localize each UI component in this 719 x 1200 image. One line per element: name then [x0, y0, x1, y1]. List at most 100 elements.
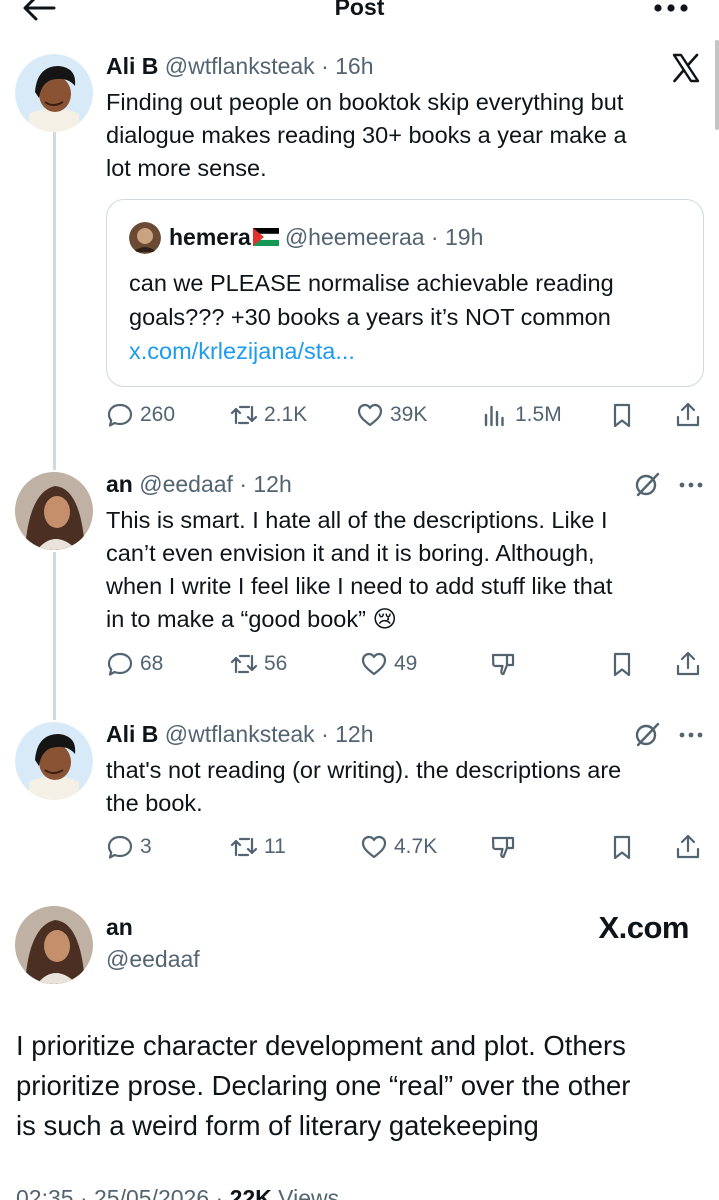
views-button[interactable]: 1.5M — [481, 398, 562, 432]
heart-icon — [361, 652, 387, 676]
author-handle[interactable]: @eedaaf — [139, 471, 233, 497]
scrollbar-thumb[interactable] — [715, 40, 719, 130]
tweet-text: that's not reading (or writing). the des… — [106, 757, 622, 816]
reply-count: 260 — [140, 403, 176, 426]
author-name[interactable]: an — [106, 914, 133, 941]
tweet-text: This is smart. I hate all of the descrip… — [106, 507, 613, 632]
quoted-header: hemera @heemeeraa · 19h — [169, 224, 483, 251]
heart-icon — [357, 403, 383, 427]
bookmark-icon — [613, 403, 631, 428]
tweet-header: Ali B @wtflanksteak · 12h — [106, 721, 374, 748]
author-name[interactable]: Ali B — [106, 53, 158, 79]
quoted-link[interactable]: x.com/krlezijana/sta... — [129, 334, 614, 368]
palestine-flag-icon — [252, 228, 279, 247]
share-button[interactable] — [674, 398, 708, 432]
quoted-tweet-card[interactable]: hemera @heemeeraa · 19h can we PLEASE no… — [106, 199, 704, 387]
x-com-watermark: X.com — [598, 910, 689, 945]
reply-icon — [107, 835, 133, 859]
quoted-text: can we PLEASE normalise achievable readi… — [129, 266, 614, 368]
quoted-time: 19h — [445, 224, 484, 250]
bookmark-button[interactable] — [608, 647, 642, 681]
post-meta: 02:35 · 25/05/2026 · 22K Views — [16, 1185, 339, 1200]
avatar[interactable] — [15, 54, 93, 132]
grok-icon[interactable] — [633, 470, 661, 498]
bookmark-icon — [613, 652, 631, 677]
tweet-actions: 68 56 49 — [106, 647, 706, 681]
author-handle[interactable]: @wtflanksteak — [165, 53, 315, 79]
reply-button[interactable]: 260 — [106, 398, 175, 432]
bookmark-button[interactable] — [608, 830, 642, 864]
reply-button[interactable]: 68 — [106, 647, 163, 681]
like-count: 49 — [394, 652, 418, 675]
thread-connector — [53, 132, 56, 470]
author-handle[interactable]: @wtflanksteak — [165, 721, 315, 747]
tweet-actions: 3 11 4.7K — [106, 830, 706, 864]
page-title: Post — [334, 0, 385, 20]
grok-icon[interactable] — [633, 720, 661, 748]
like-button[interactable]: 39K — [356, 398, 427, 432]
reply-count: 3 — [140, 835, 152, 858]
share-button[interactable] — [674, 830, 708, 864]
like-count: 39K — [390, 403, 428, 426]
reply-button[interactable]: 3 — [106, 830, 152, 864]
downvote-button[interactable] — [490, 647, 524, 681]
more-horizontal-icon[interactable] — [653, 2, 689, 14]
share-icon — [676, 402, 700, 427]
quoted-author-handle: @heemeeraa — [284, 224, 425, 250]
separator: · — [424, 224, 445, 250]
top-bar: Post — [0, 0, 719, 24]
views-label: Views — [271, 1185, 340, 1200]
separator: · — [314, 721, 336, 747]
reply-count: 68 — [140, 652, 164, 675]
tweet-time[interactable]: 16h — [335, 53, 373, 79]
separator: · — [232, 471, 254, 497]
like-button[interactable]: 49 — [360, 647, 417, 681]
like-button[interactable]: 4.7K — [360, 830, 437, 864]
downvote-button[interactable] — [490, 830, 524, 864]
reply-icon — [107, 403, 133, 427]
quoted-author-name: hemera — [169, 224, 251, 250]
tweet-time[interactable]: 12h — [335, 721, 373, 747]
views-count: 22K — [229, 1185, 272, 1200]
repost-icon — [230, 837, 258, 857]
repost-count: 2.1K — [264, 403, 308, 426]
repost-icon — [230, 405, 258, 425]
separator: · — [314, 53, 336, 79]
author-name[interactable]: an — [106, 471, 133, 497]
tweet-header: Ali B @wtflanksteak · 16h — [106, 53, 374, 80]
share-button[interactable] — [674, 647, 708, 681]
repost-count: 11 — [264, 835, 286, 858]
tweet-text: Finding out people on booktok skip every… — [106, 89, 627, 181]
avatar[interactable] — [15, 472, 93, 550]
bookmark-button[interactable] — [608, 398, 642, 432]
author-handle[interactable]: @eedaaf — [106, 946, 200, 973]
tweet-actions: 260 2.1K 39K 1.5M — [106, 398, 706, 432]
reply-icon — [107, 652, 133, 676]
post-text: I prioritize character development and p… — [16, 1030, 631, 1141]
avatar[interactable] — [15, 722, 93, 800]
bookmark-icon — [613, 835, 631, 860]
more-options-icon[interactable] — [678, 731, 704, 739]
repost-icon — [230, 654, 258, 674]
repost-button[interactable]: 56 — [230, 647, 287, 681]
repost-button[interactable]: 2.1K — [230, 398, 307, 432]
views-count: 1.5M — [515, 403, 562, 426]
quoted-avatar — [129, 222, 161, 254]
thread-connector — [53, 552, 56, 720]
repost-button[interactable]: 11 — [230, 830, 286, 864]
thumbs-down-icon — [491, 836, 515, 859]
like-count: 4.7K — [394, 835, 438, 858]
author-name[interactable]: Ali B — [106, 721, 158, 747]
x-logo-icon — [672, 53, 700, 83]
share-icon — [676, 651, 700, 676]
avatar[interactable] — [15, 906, 93, 984]
share-icon — [676, 834, 700, 859]
post-timestamp: 02:35 · 25/05/2026 · — [16, 1185, 230, 1200]
views-chart-icon — [484, 405, 504, 427]
tweet-header: an @eedaaf · 12h — [106, 471, 292, 498]
heart-icon — [361, 835, 387, 859]
tweet-time[interactable]: 12h — [253, 471, 291, 497]
thumbs-down-icon — [491, 653, 515, 676]
more-options-icon[interactable] — [678, 481, 704, 489]
repost-count: 56 — [264, 652, 288, 675]
